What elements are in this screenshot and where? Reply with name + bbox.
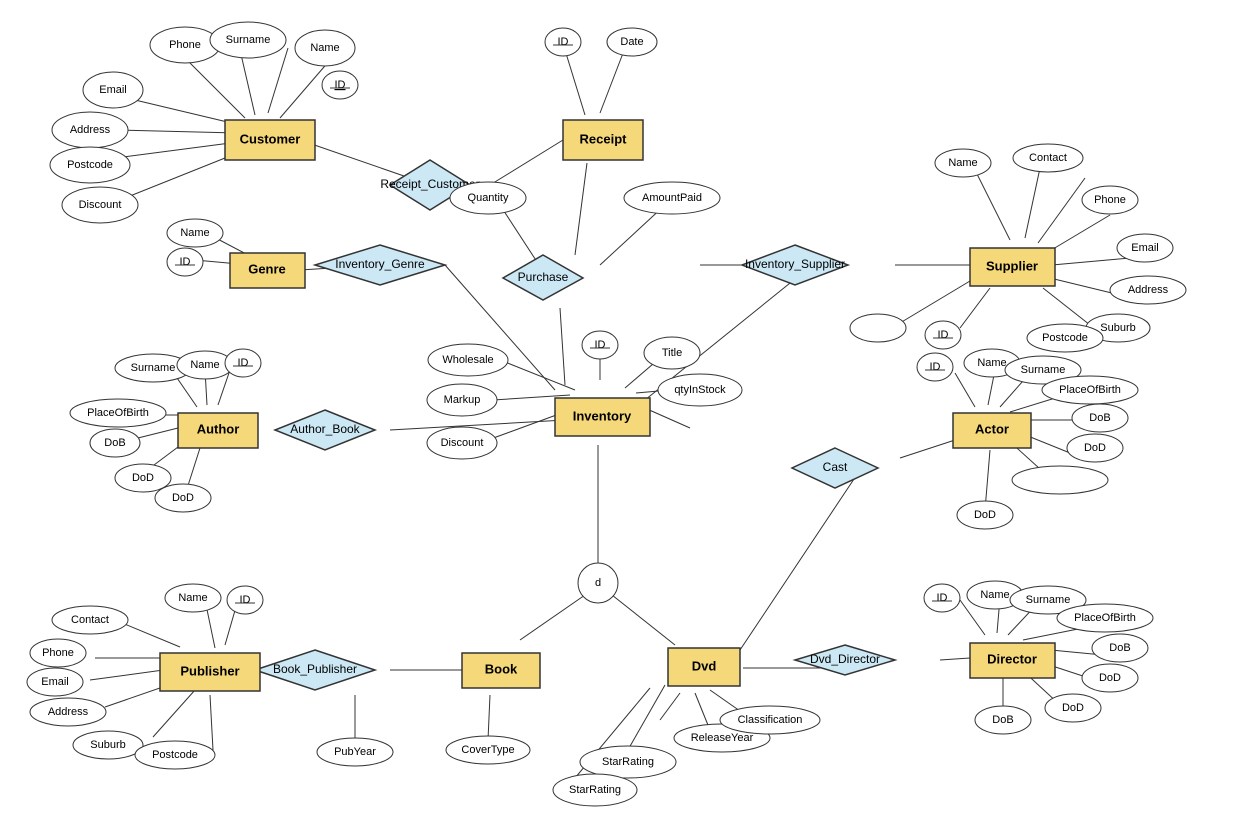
inventory-discount-label: Discount <box>441 437 484 449</box>
dvd-classification-label: Classification <box>738 714 803 726</box>
inventory-supplier-label: Inventory_Supplier <box>745 257 845 271</box>
inventory-qtyinstock-label: qtyInStock <box>674 384 726 396</box>
supplier-address-label: Address <box>1128 284 1169 296</box>
author-book-label: Author_Book <box>290 422 360 436</box>
purchase-amountpaid-label: AmountPaid <box>642 192 702 204</box>
customer-phone-label: Phone <box>169 39 201 51</box>
supplier-suburb-label: Suburb <box>1100 322 1135 334</box>
actor-label: Actor <box>975 421 1009 436</box>
director-name-label: Name <box>980 589 1009 601</box>
supplier-postcode-label: Postcode <box>1042 332 1088 344</box>
actor-id-label: ID <box>930 361 941 373</box>
customer-name-label: Name <box>310 42 339 54</box>
customer-id-label: ID <box>335 79 346 91</box>
actor-placeofbirth-label: PlaceOfBirth <box>1059 384 1121 396</box>
actor-name-label: Name <box>977 357 1006 369</box>
inventory-title-label: Title <box>662 347 682 359</box>
book-label: Book <box>485 661 518 676</box>
customer-email-label: Email <box>99 84 127 96</box>
publisher-email-label: Email <box>41 676 69 688</box>
inventory-markup-label: Markup <box>444 394 481 406</box>
book-publisher-pubyear-label: PubYear <box>334 746 376 758</box>
author-id-label: ID <box>238 357 249 369</box>
customer-discount-label: Discount <box>79 199 122 211</box>
publisher-name-label: Name <box>178 592 207 604</box>
supplier-phone-label: Phone <box>1094 194 1126 206</box>
publisher-label: Publisher <box>180 663 239 678</box>
supplier-label: Supplier <box>986 258 1038 273</box>
dvd-director-label: Dvd_Director <box>810 652 880 666</box>
dvd-releaseyear-label: ReleaseYear <box>691 732 754 744</box>
receipt-id-label: ID <box>558 36 569 48</box>
publisher-suburb-label: Suburb <box>90 739 125 751</box>
customer-label: Customer <box>240 131 301 146</box>
genre-name-label: Name <box>180 227 209 239</box>
book-covertype-label: CoverType <box>461 744 514 756</box>
purchase-label: Purchase <box>518 270 569 284</box>
author-label: Author <box>197 421 240 436</box>
supplier-id2-attr <box>850 314 906 342</box>
genre-label: Genre <box>248 261 286 276</box>
inventory-genre-label: Inventory_Genre <box>335 257 425 271</box>
genre-id-label: ID <box>180 256 191 268</box>
receipt-label: Receipt <box>580 131 628 146</box>
actor-placeofbirth2-attr <box>1012 466 1108 494</box>
director-dob2-label: DoB <box>992 714 1013 726</box>
publisher-id-label: ID <box>240 594 251 606</box>
purchase-quantity-label: Quantity <box>468 192 509 204</box>
supplier-email-label: Email <box>1131 242 1159 254</box>
inventory-wholesale-label: Wholesale <box>442 354 493 366</box>
inventory-label: Inventory <box>573 408 632 423</box>
dvd-starrating2-label: StarRating <box>569 784 621 796</box>
author-surname-label: Surname <box>131 362 176 374</box>
author-dod-label: DoD <box>132 472 154 484</box>
director-dob-label: DoB <box>1109 642 1130 654</box>
director-placeofbirth-label: PlaceOfBirth <box>1074 612 1136 624</box>
actor-surname-label: Surname <box>1021 364 1066 376</box>
director-dod-label: DoD <box>1099 672 1121 684</box>
actor-dod-label: DoD <box>1084 442 1106 454</box>
customer-address-label: Address <box>70 124 111 136</box>
publisher-contact-label: Contact <box>71 614 109 626</box>
inventory-id-label: ID <box>595 339 606 351</box>
author-name-label: Name <box>190 359 219 371</box>
dvd-label: Dvd <box>692 658 717 673</box>
publisher-phone-label: Phone <box>42 647 74 659</box>
supplier-id-label: ID <box>938 329 949 341</box>
publisher-postcode-label: Postcode <box>152 749 198 761</box>
director-id-label: ID <box>937 592 948 604</box>
dvd-starrating-label: StarRating <box>602 756 654 768</box>
actor-dod2-label: DoD <box>974 509 996 521</box>
author-dod2-label: DoD <box>172 492 194 504</box>
book-publisher-label: Book_Publisher <box>273 662 357 676</box>
supplier-contact-label: Contact <box>1029 152 1067 164</box>
author-dob-label: DoB <box>104 437 125 449</box>
director-label: Director <box>987 651 1037 666</box>
publisher-address-label: Address <box>48 706 89 718</box>
director-surname-label: Surname <box>1026 594 1071 606</box>
specialization-label: d <box>595 577 601 589</box>
customer-surname-label: Surname <box>226 34 271 46</box>
customer-postcode-label: Postcode <box>67 159 113 171</box>
actor-dob-label: DoB <box>1089 412 1110 424</box>
author-placeofbirth-label: PlaceOfBirth <box>87 407 149 419</box>
cast-label: Cast <box>823 460 848 474</box>
receipt-date-label: Date <box>620 36 643 48</box>
director-dod2-label: DoD <box>1062 702 1084 714</box>
supplier-name-label: Name <box>948 157 977 169</box>
